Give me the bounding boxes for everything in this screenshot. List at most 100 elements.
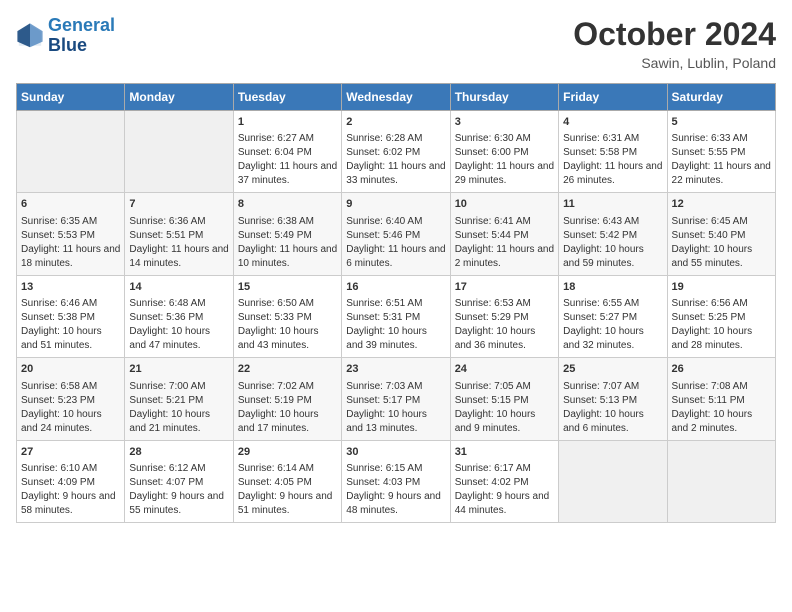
calendar-cell [559, 440, 667, 522]
daylight: Daylight: 11 hours and 29 minutes. [455, 161, 554, 186]
daylight: Daylight: 10 hours and 47 minutes. [129, 326, 210, 351]
calendar-cell: 1 Sunrise: 6:27 AM Sunset: 6:04 PM Dayli… [233, 111, 341, 193]
daylight: Daylight: 10 hours and 55 minutes. [672, 244, 753, 269]
sunset: Sunset: 5:49 PM [238, 230, 312, 241]
sunrise: Sunrise: 6:31 AM [563, 133, 639, 144]
sunset: Sunset: 5:17 PM [346, 395, 420, 406]
sunset: Sunset: 5:40 PM [672, 230, 746, 241]
daylight: Daylight: 11 hours and 10 minutes. [238, 244, 337, 269]
sunset: Sunset: 6:04 PM [238, 147, 312, 158]
day-number: 21 [129, 362, 228, 377]
sunset: Sunset: 5:38 PM [21, 312, 95, 323]
sunset: Sunset: 5:42 PM [563, 230, 637, 241]
daylight: Daylight: 9 hours and 48 minutes. [346, 491, 441, 516]
weekday-header-row: SundayMondayTuesdayWednesdayThursdayFrid… [17, 84, 776, 111]
sunset: Sunset: 5:33 PM [238, 312, 312, 323]
logo: General Blue [16, 16, 115, 56]
sunset: Sunset: 4:03 PM [346, 477, 420, 488]
calendar-cell: 13 Sunrise: 6:46 AM Sunset: 5:38 PM Dayl… [17, 275, 125, 357]
sunrise: Sunrise: 6:55 AM [563, 298, 639, 309]
sunset: Sunset: 5:23 PM [21, 395, 95, 406]
daylight: Daylight: 10 hours and 9 minutes. [455, 409, 536, 434]
sunrise: Sunrise: 6:33 AM [672, 133, 748, 144]
sunrise: Sunrise: 7:00 AM [129, 381, 205, 392]
calendar-cell: 8 Sunrise: 6:38 AM Sunset: 5:49 PM Dayli… [233, 193, 341, 275]
calendar-cell: 27 Sunrise: 6:10 AM Sunset: 4:09 PM Dayl… [17, 440, 125, 522]
day-number: 8 [238, 197, 337, 212]
daylight: Daylight: 10 hours and 32 minutes. [563, 326, 644, 351]
daylight: Daylight: 11 hours and 33 minutes. [346, 161, 445, 186]
sunrise: Sunrise: 6:46 AM [21, 298, 97, 309]
sunrise: Sunrise: 6:15 AM [346, 463, 422, 474]
weekday-tuesday: Tuesday [233, 84, 341, 111]
sunrise: Sunrise: 7:08 AM [672, 381, 748, 392]
day-number: 9 [346, 197, 445, 212]
sunset: Sunset: 4:09 PM [21, 477, 95, 488]
weekday-wednesday: Wednesday [342, 84, 450, 111]
sunset: Sunset: 4:05 PM [238, 477, 312, 488]
calendar-table: SundayMondayTuesdayWednesdayThursdayFrid… [16, 83, 776, 523]
sunset: Sunset: 5:15 PM [455, 395, 529, 406]
daylight: Daylight: 10 hours and 17 minutes. [238, 409, 319, 434]
day-number: 17 [455, 280, 554, 295]
daylight: Daylight: 10 hours and 2 minutes. [672, 409, 753, 434]
calendar-cell: 26 Sunrise: 7:08 AM Sunset: 5:11 PM Dayl… [667, 358, 775, 440]
sunset: Sunset: 5:51 PM [129, 230, 203, 241]
calendar-cell: 7 Sunrise: 6:36 AM Sunset: 5:51 PM Dayli… [125, 193, 233, 275]
sunrise: Sunrise: 6:12 AM [129, 463, 205, 474]
sunset: Sunset: 5:21 PM [129, 395, 203, 406]
calendar-cell: 11 Sunrise: 6:43 AM Sunset: 5:42 PM Dayl… [559, 193, 667, 275]
calendar-cell: 29 Sunrise: 6:14 AM Sunset: 4:05 PM Dayl… [233, 440, 341, 522]
sunrise: Sunrise: 6:56 AM [672, 298, 748, 309]
sunrise: Sunrise: 6:50 AM [238, 298, 314, 309]
calendar-cell: 21 Sunrise: 7:00 AM Sunset: 5:21 PM Dayl… [125, 358, 233, 440]
calendar-cell: 14 Sunrise: 6:48 AM Sunset: 5:36 PM Dayl… [125, 275, 233, 357]
sunset: Sunset: 6:00 PM [455, 147, 529, 158]
sunset: Sunset: 5:53 PM [21, 230, 95, 241]
day-number: 20 [21, 362, 120, 377]
sunrise: Sunrise: 6:43 AM [563, 216, 639, 227]
sunset: Sunset: 4:02 PM [455, 477, 529, 488]
sunrise: Sunrise: 6:53 AM [455, 298, 531, 309]
day-number: 14 [129, 280, 228, 295]
daylight: Daylight: 10 hours and 24 minutes. [21, 409, 102, 434]
day-number: 27 [21, 445, 120, 460]
day-number: 7 [129, 197, 228, 212]
calendar-week-3: 13 Sunrise: 6:46 AM Sunset: 5:38 PM Dayl… [17, 275, 776, 357]
sunrise: Sunrise: 6:27 AM [238, 133, 314, 144]
calendar-cell: 4 Sunrise: 6:31 AM Sunset: 5:58 PM Dayli… [559, 111, 667, 193]
calendar-cell: 10 Sunrise: 6:41 AM Sunset: 5:44 PM Dayl… [450, 193, 558, 275]
page-header: General Blue October 2024 Sawin, Lublin,… [16, 16, 776, 71]
day-number: 25 [563, 362, 662, 377]
sunset: Sunset: 5:19 PM [238, 395, 312, 406]
day-number: 31 [455, 445, 554, 460]
day-number: 19 [672, 280, 771, 295]
sunset: Sunset: 5:25 PM [672, 312, 746, 323]
sunrise: Sunrise: 6:41 AM [455, 216, 531, 227]
sunrise: Sunrise: 7:07 AM [563, 381, 639, 392]
calendar-cell: 16 Sunrise: 6:51 AM Sunset: 5:31 PM Dayl… [342, 275, 450, 357]
sunrise: Sunrise: 6:28 AM [346, 133, 422, 144]
logo-icon [16, 22, 44, 50]
calendar-cell [667, 440, 775, 522]
sunrise: Sunrise: 6:36 AM [129, 216, 205, 227]
sunset: Sunset: 5:46 PM [346, 230, 420, 241]
sunset: Sunset: 6:02 PM [346, 147, 420, 158]
day-number: 5 [672, 115, 771, 130]
logo-text: General Blue [48, 16, 115, 56]
calendar-week-1: 1 Sunrise: 6:27 AM Sunset: 6:04 PM Dayli… [17, 111, 776, 193]
calendar-cell: 12 Sunrise: 6:45 AM Sunset: 5:40 PM Dayl… [667, 193, 775, 275]
calendar-cell: 22 Sunrise: 7:02 AM Sunset: 5:19 PM Dayl… [233, 358, 341, 440]
calendar-cell: 15 Sunrise: 6:50 AM Sunset: 5:33 PM Dayl… [233, 275, 341, 357]
sunset: Sunset: 5:11 PM [672, 395, 745, 406]
location: Sawin, Lublin, Poland [573, 55, 776, 71]
daylight: Daylight: 11 hours and 2 minutes. [455, 244, 554, 269]
day-number: 30 [346, 445, 445, 460]
calendar-cell: 5 Sunrise: 6:33 AM Sunset: 5:55 PM Dayli… [667, 111, 775, 193]
day-number: 15 [238, 280, 337, 295]
calendar-cell: 9 Sunrise: 6:40 AM Sunset: 5:46 PM Dayli… [342, 193, 450, 275]
sunset: Sunset: 5:31 PM [346, 312, 420, 323]
daylight: Daylight: 10 hours and 13 minutes. [346, 409, 427, 434]
weekday-friday: Friday [559, 84, 667, 111]
day-number: 29 [238, 445, 337, 460]
